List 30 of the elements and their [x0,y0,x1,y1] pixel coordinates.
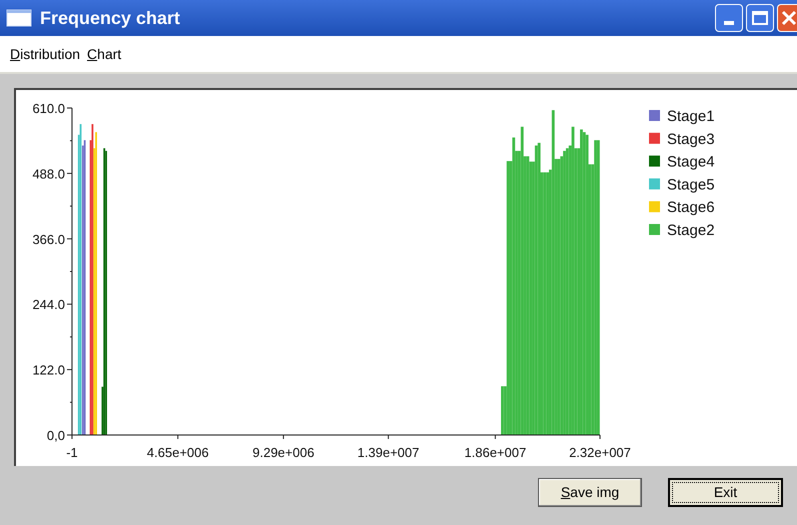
legend-label: Stage6 [667,199,715,216]
x-tick-label: 9.29e+006 [252,445,314,460]
legend-label: Stage1 [667,108,715,125]
close-button[interactable] [777,4,797,32]
y-tick-label: 366.0 [32,232,65,247]
window-title: Frequency chart [40,6,180,30]
x-tick-label: 1.39e+007 [357,445,420,460]
maximize-icon [752,11,768,25]
legend-label: Stage3 [667,130,715,148]
dialog-button[interactable]: Exit [668,478,783,507]
minimize-icon [724,21,734,25]
close-icon [781,10,797,26]
x-tick-label: 4.65e+006 [146,445,209,460]
y-tick-label: 244.0 [32,297,65,312]
x-tick-label: 1.86e+007 [464,445,526,460]
legend-label: Stage4 [667,154,715,171]
minimize-button[interactable] [715,4,743,32]
menu-item[interactable]: Distribution [10,44,80,64]
legend-label: Stage5 [667,176,715,194]
x-tick-label: -1 [66,445,78,460]
y-tick-label: 122.0 [32,362,65,378]
maximize-button[interactable] [746,4,774,32]
dialog-button[interactable]: Save img [538,478,642,507]
x-tick-label: 2.32e+007 [569,445,631,460]
y-tick-label: 0,0 [46,428,65,443]
menu-item[interactable]: Chart [87,44,122,64]
y-tick-label: 488.0 [32,166,65,182]
legend-label: Stage2 [667,222,715,239]
window-icon [6,9,32,27]
y-tick-label: 610.0 [32,101,65,116]
